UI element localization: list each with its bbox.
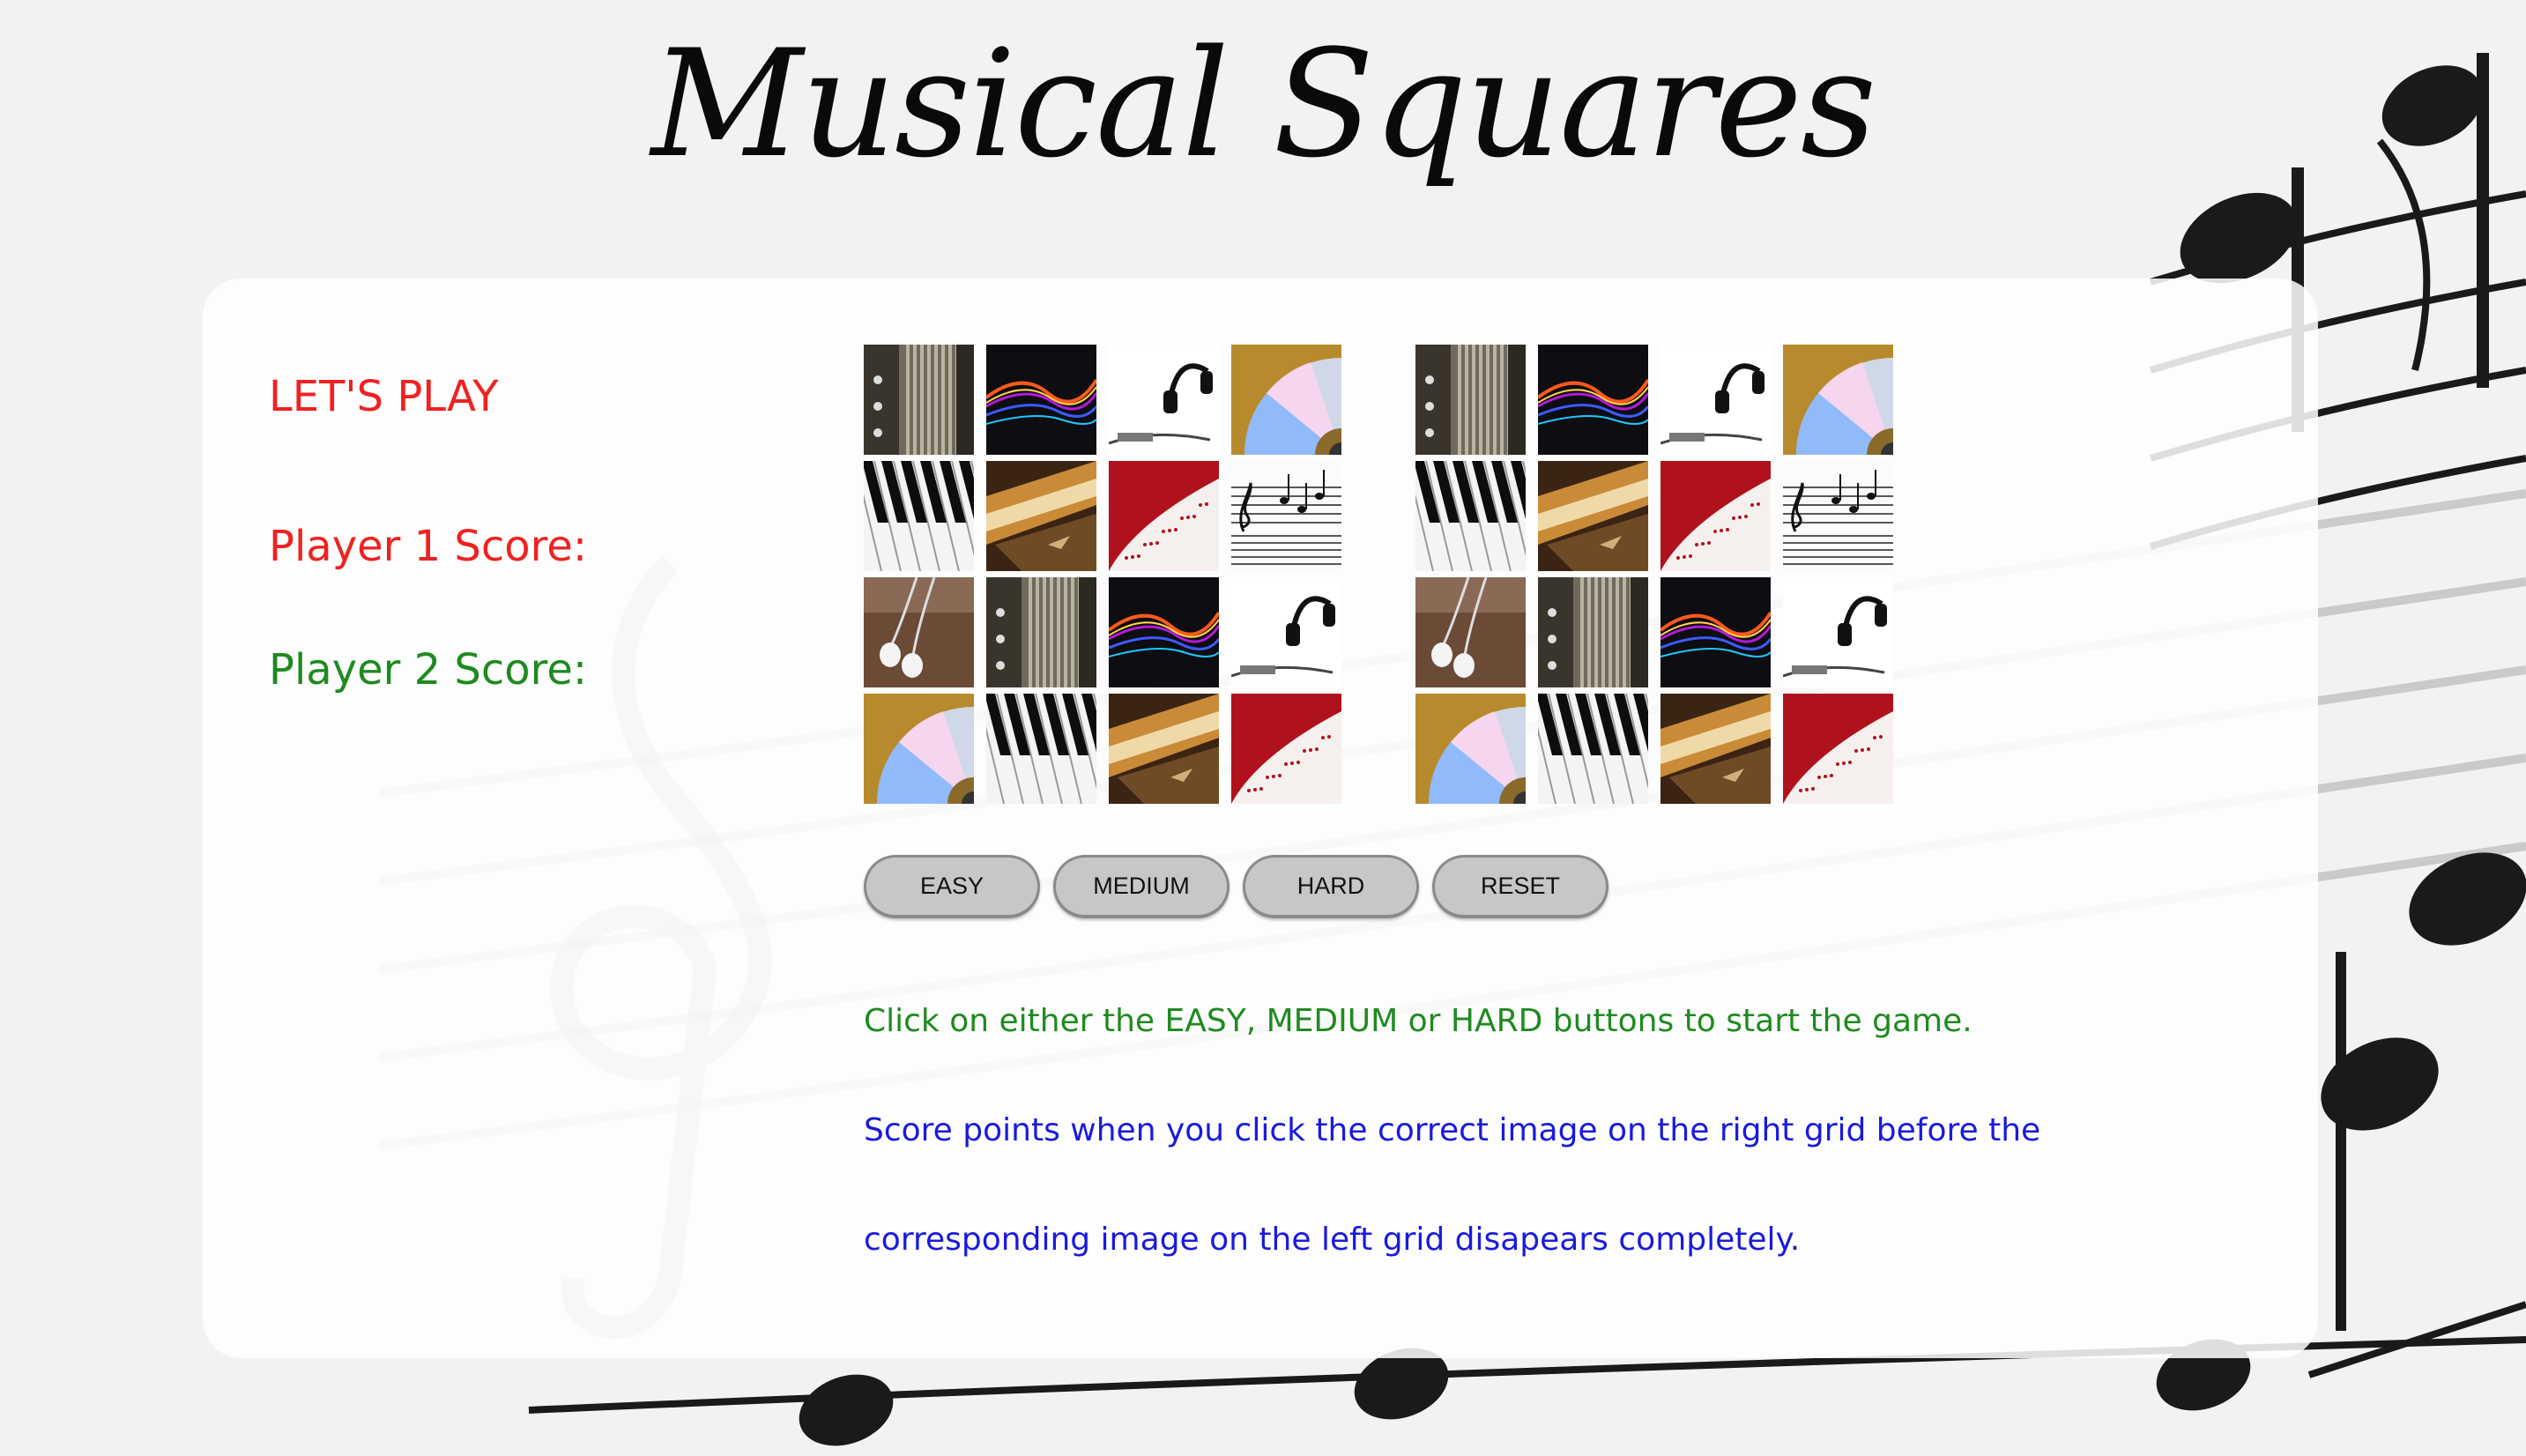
harmonica-image [1109,694,1219,804]
left-grid-tile-harmonica[interactable] [986,461,1096,571]
sheet-music-image [1231,461,1341,571]
player2-score-label: Player 2 Score: [269,645,588,695]
red-score-image [1109,461,1219,571]
accordion-image [1415,345,1526,455]
right-grid-tile-light-streaks[interactable] [1660,577,1771,687]
left-grid-tile-red-score[interactable] [1109,461,1219,571]
right-grid-tile-light-streaks[interactable] [1538,345,1648,455]
right-grid-tile-accordion[interactable] [1415,345,1526,455]
headphones-image [1231,577,1341,687]
left-grid-tile-harmonica[interactable] [1109,694,1219,804]
left-grid-tile-headphones[interactable] [1109,345,1219,455]
instruction-start: Click on either the EASY, MEDIUM or HARD… [864,1003,1973,1039]
right-grid-tile-cd[interactable] [1415,694,1526,804]
lets-play-label: LET'S PLAY [269,372,499,421]
accordion-image [986,577,1096,687]
red-score-image [1660,461,1771,571]
instruction-score-line1: Score points when you click the correct … [864,1112,2041,1148]
right-grid-tile-red-score[interactable] [1783,694,1893,804]
game-panel: LET'S PLAY Player 1 Score: Player 2 Scor… [203,279,2318,1358]
headphones-image [1109,345,1219,455]
light-streaks-image [986,345,1096,455]
accordion-image [1538,577,1648,687]
instruction-score-line2: corresponding image on the left grid dis… [864,1222,1801,1258]
cd-image [1231,345,1341,455]
harmonica-image [1538,461,1648,571]
left-grid-tile-accordion[interactable] [986,577,1096,687]
right-grid-tile-harmonica[interactable] [1538,461,1648,571]
right-grid-tile-accordion[interactable] [1538,577,1648,687]
right-grid-tile-sheet-music[interactable] [1783,461,1893,571]
right-grid-tile-earphones[interactable] [1415,577,1526,687]
cd-image [864,694,974,804]
difficulty-buttons: EASY MEDIUM HARD RESET [864,855,1608,918]
left-grid-tile-red-score[interactable] [1231,694,1341,804]
right-grid-tile-piano-keys[interactable] [1538,694,1648,804]
left-grid-tile-sheet-music[interactable] [1231,461,1341,571]
left-grid-tile-earphones[interactable] [864,577,974,687]
harmonica-image [986,461,1096,571]
right-grid-tile-piano-keys[interactable] [1415,461,1526,571]
red-score-image [1231,694,1341,804]
piano-keys-image [986,694,1096,804]
left-grid-tile-piano-keys[interactable] [986,694,1096,804]
left-grid-tile-cd[interactable] [864,694,974,804]
piano-keys-image [1538,694,1648,804]
left-grid-tile-light-streaks[interactable] [986,345,1096,455]
headphones-image [1660,345,1771,455]
left-grid [864,345,1343,806]
earphones-image [864,577,974,687]
piano-keys-image [864,461,974,571]
light-streaks-image [1660,577,1771,687]
reset-button[interactable]: RESET [1432,855,1608,918]
red-score-image [1783,694,1893,804]
cd-image [1415,694,1526,804]
sheet-music-image [1783,461,1893,571]
left-grid-tile-headphones[interactable] [1231,577,1341,687]
piano-keys-image [1415,461,1526,571]
easy-button[interactable]: EASY [864,855,1040,918]
cd-image [1783,345,1893,455]
accordion-image [864,345,974,455]
light-streaks-image [1109,577,1219,687]
harmonica-image [1660,694,1771,804]
player1-score-label: Player 1 Score: [269,522,588,571]
page-title: Musical Squares [650,18,1876,190]
left-grid-tile-cd[interactable] [1231,345,1341,455]
headphones-image [1783,577,1893,687]
left-grid-tile-accordion[interactable] [864,345,974,455]
right-grid-tile-harmonica[interactable] [1660,694,1771,804]
right-grid-tile-cd[interactable] [1783,345,1893,455]
left-grid-tile-piano-keys[interactable] [864,461,974,571]
earphones-image [1415,577,1526,687]
right-grid [1415,345,1895,806]
right-grid-tile-red-score[interactable] [1660,461,1771,571]
light-streaks-image [1538,345,1648,455]
right-grid-tile-headphones[interactable] [1783,577,1893,687]
medium-button[interactable]: MEDIUM [1053,855,1230,918]
right-grid-tile-headphones[interactable] [1660,345,1771,455]
left-grid-tile-light-streaks[interactable] [1109,577,1219,687]
hard-button[interactable]: HARD [1243,855,1419,918]
